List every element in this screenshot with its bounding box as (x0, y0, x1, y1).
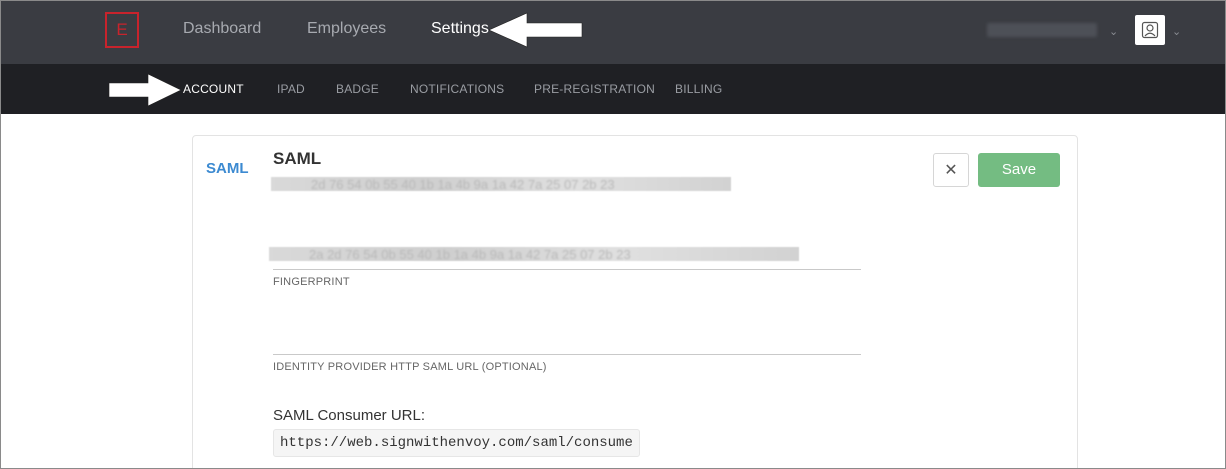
redacted-text: 2d 76 54 0b 55 40 1b 1a 4b 9a 1a 42 7a 2… (311, 177, 615, 192)
nav-dashboard[interactable]: Dashboard (183, 20, 261, 38)
close-icon: ✕ (944, 162, 958, 179)
nav-employees[interactable]: Employees (307, 20, 386, 38)
tab-billing[interactable]: BILLING (675, 82, 722, 96)
tab-notifications[interactable]: NOTIFICATIONS (410, 82, 504, 96)
section-label-saml[interactable]: SAML (206, 160, 249, 177)
envoy-logo[interactable]: E (105, 12, 139, 48)
idp-url-label: IDENTITY PROVIDER HTTP SAML URL (OPTIONA… (273, 361, 547, 373)
chevron-down-icon[interactable]: ⌄ (1109, 25, 1118, 38)
avatar[interactable] (1135, 15, 1165, 45)
app-window: E Dashboard Employees Settings ⌄ ⌄ ACCOU… (0, 0, 1226, 469)
fingerprint-underline (273, 269, 861, 270)
redacted-text: 2a 2d 76 54 0b 55 40 1b 1a 4b 9a 1a 42 7… (309, 247, 631, 262)
tab-pre-registration[interactable]: PRE-REGISTRATION (534, 82, 655, 96)
redacted-value: 2d 76 54 0b 55 40 1b 1a 4b 9a 1a 42 7a 2… (271, 177, 731, 192)
location-switcher[interactable] (987, 23, 1097, 37)
nav-settings[interactable]: Settings (431, 20, 489, 38)
consumer-url-value[interactable]: https://web.signwithenvoy.com/saml/consu… (273, 429, 640, 457)
save-button[interactable]: Save (978, 153, 1060, 187)
arrow-left-icon (489, 12, 583, 48)
idp-url-underline[interactable] (273, 354, 861, 355)
card-title: SAML (273, 149, 322, 168)
settings-sub-nav: ACCOUNT IPAD BADGE NOTIFICATIONS PRE-REG… (1, 64, 1225, 114)
tab-ipad[interactable]: IPAD (277, 82, 305, 96)
fingerprint-field[interactable]: 2a 2d 76 54 0b 55 40 1b 1a 4b 9a 1a 42 7… (269, 247, 799, 262)
user-icon (1141, 21, 1159, 39)
fingerprint-label: FINGERPRINT (273, 276, 350, 288)
tab-badge[interactable]: BADGE (336, 82, 379, 96)
arrow-right-icon (108, 73, 182, 107)
close-button[interactable]: ✕ (933, 153, 969, 187)
consumer-url-label: SAML Consumer URL: (273, 407, 425, 424)
top-nav-bar: E Dashboard Employees Settings ⌄ ⌄ (1, 1, 1225, 64)
chevron-down-icon[interactable]: ⌄ (1172, 25, 1181, 38)
tab-account[interactable]: ACCOUNT (183, 82, 244, 96)
